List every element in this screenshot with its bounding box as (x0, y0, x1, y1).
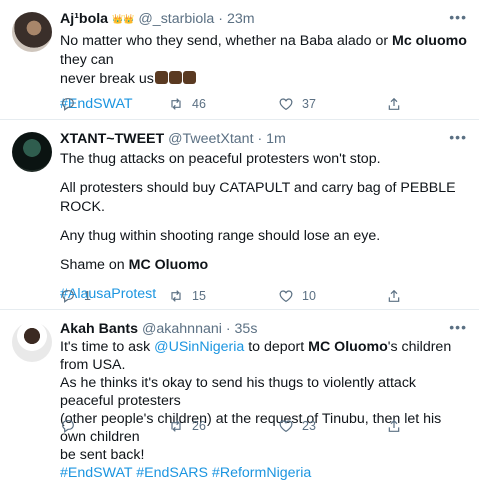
reply-icon (62, 290, 74, 303)
tweet-text: The thug attacks on peaceful protesters … (60, 151, 456, 302)
reply-button[interactable]: 1 (60, 288, 91, 304)
tweet-actions: 1 15 10 (60, 288, 467, 308)
tweet-card[interactable]: XTANT~TWEET @TweetXtant · 1m ••• The thu… (0, 120, 479, 310)
avatar[interactable] (12, 12, 52, 52)
retweet-icon (171, 290, 181, 302)
more-icon[interactable]: ••• (449, 128, 467, 146)
tweet-actions: 46 37 (60, 96, 467, 116)
display-name[interactable]: XTANT~TWEET (60, 131, 164, 147)
retweet-button[interactable]: 26 (168, 418, 206, 434)
share-icon (388, 289, 400, 302)
like-count: 10 (302, 289, 316, 303)
timestamp[interactable]: 35s (235, 321, 258, 337)
retweet-button[interactable]: 15 (168, 288, 206, 304)
tweet-header: XTANT~TWEET @TweetXtant · 1m ••• (60, 128, 467, 147)
tweet-header: Akah Bants @akahnnani · 35s ••• (60, 318, 467, 337)
retweet-count: 15 (192, 289, 206, 303)
like-count: 37 (302, 97, 316, 111)
avatar[interactable] (12, 322, 52, 362)
share-button[interactable] (386, 288, 402, 304)
like-button[interactable]: 23 (278, 418, 316, 434)
retweet-icon (171, 420, 181, 432)
tweet-card[interactable]: Aj¹bola 👑👑 @_starbiola · 23m ••• No matt… (0, 0, 479, 120)
reply-count: 1 (84, 289, 91, 303)
like-count: 23 (302, 419, 316, 433)
tweet-actions: 26 23 (60, 418, 467, 438)
reply-button[interactable] (60, 418, 84, 434)
avatar[interactable] (12, 132, 52, 172)
display-name[interactable]: Akah Bants (60, 321, 138, 337)
user-handle[interactable]: @akahnnani (142, 321, 222, 337)
timestamp[interactable]: 23m (227, 11, 255, 27)
share-button[interactable] (386, 96, 402, 112)
like-button[interactable]: 37 (278, 96, 316, 112)
retweet-count: 26 (192, 419, 206, 433)
mention-link[interactable]: @USinNigeria (154, 339, 244, 355)
share-button[interactable] (386, 418, 402, 434)
fist-emoji-icon (182, 71, 196, 84)
display-name[interactable]: Aj¹bola (60, 11, 108, 27)
like-button[interactable]: 10 (278, 288, 316, 304)
more-icon[interactable]: ••• (449, 8, 467, 26)
tweet-header: Aj¹bola 👑👑 @_starbiola · 23m ••• (60, 8, 467, 27)
fist-emoji-icon (168, 71, 182, 84)
timestamp[interactable]: 1m (266, 131, 286, 147)
heart-icon (279, 290, 293, 303)
reply-button[interactable] (60, 96, 84, 112)
hashtag-links[interactable]: #EndSWAT #EndSARS #ReformNigeria (60, 465, 311, 481)
retweet-count: 46 (192, 97, 206, 111)
tweet-card[interactable]: Akah Bants @akahnnani · 35s ••• It's tim… (0, 310, 479, 481)
share-icon (388, 97, 400, 110)
more-icon[interactable]: ••• (449, 318, 467, 336)
user-handle[interactable]: @TweetXtant (168, 131, 253, 147)
retweet-icon (171, 98, 181, 110)
heart-icon (279, 420, 293, 433)
user-handle[interactable]: @_starbiola (138, 11, 214, 27)
reply-icon (62, 420, 74, 433)
tweet-text: It's time to ask @USinNigeria to deport … (60, 339, 452, 481)
reply-icon (62, 98, 74, 111)
fist-emoji-icon (154, 71, 168, 84)
crown-emoji-icon: 👑👑 (112, 14, 135, 24)
heart-icon (279, 98, 293, 111)
retweet-button[interactable]: 46 (168, 96, 206, 112)
share-icon (388, 419, 400, 432)
